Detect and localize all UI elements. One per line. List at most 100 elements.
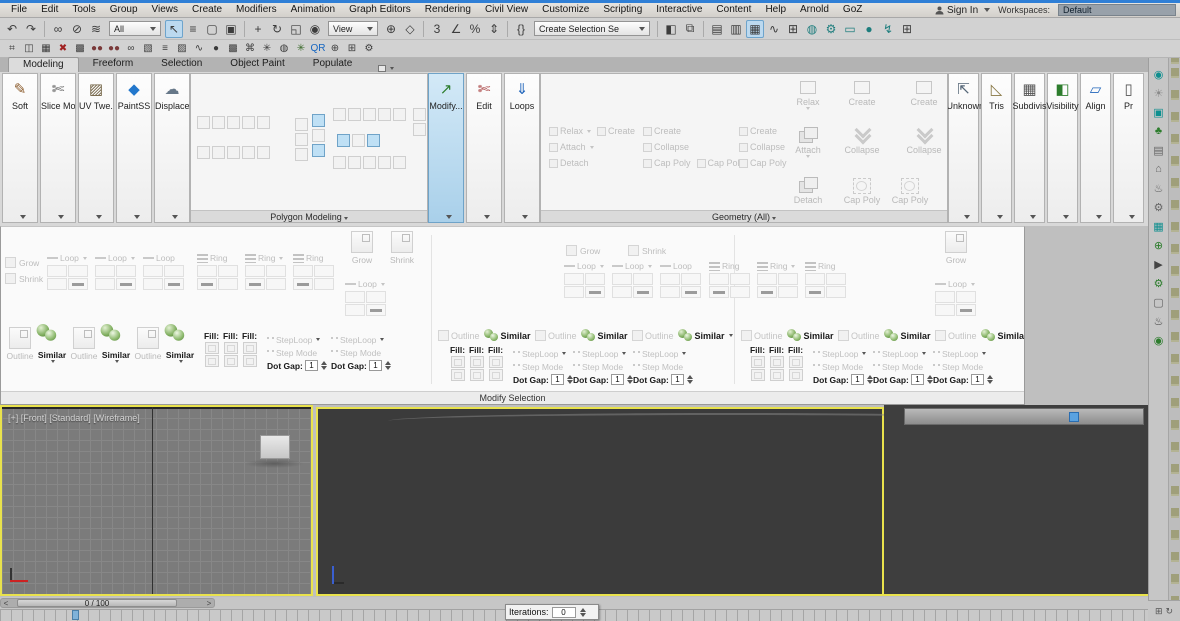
similar-button[interactable]: Similar [786, 329, 842, 342]
menu-item[interactable]: Graph Editors [342, 3, 418, 17]
camera-icon[interactable]: ▣ [1151, 104, 1167, 120]
fill-button[interactable] [469, 356, 484, 368]
align-icon[interactable]: ⧉ [681, 20, 699, 38]
fill-button[interactable] [769, 369, 784, 381]
similar-button[interactable]: Similar [580, 329, 636, 342]
fill-button[interactable] [469, 369, 484, 381]
named-selection-dropdown[interactable]: Create Selection Se [534, 21, 650, 36]
column-expand-caret[interactable] [484, 215, 490, 219]
column-expand-caret[interactable] [58, 215, 64, 219]
outline-button[interactable]: Outline [632, 330, 674, 341]
spheres-b-icon[interactable]: ●● [106, 41, 122, 56]
outline-button[interactable]: Outline [3, 327, 37, 361]
undo-icon[interactable]: ↶ [3, 20, 21, 38]
relax-button[interactable]: Relax [549, 126, 592, 136]
ribbon-column[interactable]: ↗ Modify... [428, 73, 464, 223]
panel-icon[interactable]: ◫ [21, 41, 37, 56]
column-expand-caret[interactable] [1029, 215, 1036, 219]
menu-item[interactable]: GoZ [836, 3, 869, 17]
similar-button[interactable]: Similar [163, 324, 197, 363]
column-expand-caret[interactable] [1095, 215, 1102, 219]
shrink-button[interactable]: Shrink [5, 273, 43, 284]
dot-gap-field[interactable]: Dot Gap: 1 [873, 373, 933, 386]
cursor-list-icon[interactable]: ≡ [157, 41, 173, 56]
frame-marker[interactable] [72, 610, 79, 620]
ring-group[interactable]: Ring [245, 253, 289, 290]
fill-button[interactable] [750, 356, 765, 368]
dot-gap-field[interactable]: Dot Gap: 1 [933, 373, 993, 386]
outline-button[interactable]: Outline [741, 330, 783, 341]
sphere-dark-icon[interactable]: ● [208, 41, 224, 56]
render-production-icon[interactable]: ● [860, 20, 878, 38]
prev-frame-button[interactable]: < [1, 599, 11, 608]
collapse-button[interactable]: Collapse [643, 142, 689, 152]
fill-button[interactable] [769, 356, 784, 368]
geometry-panel-label[interactable]: Geometry (All) [541, 210, 947, 222]
ribbon-column[interactable]: ◧ Visibility [1046, 73, 1079, 223]
right-toolbar-overflow[interactable] [1168, 58, 1180, 600]
dot-gap-field[interactable]: Dot Gap: 1 [813, 373, 873, 386]
stamp-icon[interactable]: ⌘ [242, 41, 258, 56]
redo-icon[interactable]: ↷ [22, 20, 40, 38]
menu-item[interactable]: Civil View [478, 3, 535, 17]
target-icon[interactable]: ⊕ [327, 41, 343, 56]
ribbon-tab[interactable]: Modeling [8, 57, 79, 72]
table-icon[interactable]: ▤ [1151, 142, 1167, 158]
steploop-button[interactable]: StepLoop [513, 347, 573, 360]
gears-icon[interactable]: ⚙ [361, 41, 377, 56]
grow-button[interactable]: Grow [345, 231, 379, 265]
fill-button[interactable] [450, 356, 465, 368]
ribbon-column[interactable]: ◆ PaintSS [116, 73, 152, 223]
rxyz-icon[interactable]: ✖ [55, 41, 71, 56]
loop-group[interactable]: Loop [660, 261, 704, 298]
loop-group[interactable]: Loop [612, 261, 656, 298]
steploop-button[interactable]: StepLoop [933, 347, 993, 360]
fill-button[interactable] [488, 356, 503, 368]
monitor-icon[interactable]: ▦ [1151, 218, 1167, 234]
ribbon-column[interactable]: ▱ Align [1080, 73, 1111, 223]
workspace-dropdown[interactable]: Default [1058, 4, 1176, 16]
ribbon-tab[interactable]: Freeform [79, 57, 148, 72]
gear-icon[interactable]: ⚙ [1151, 199, 1167, 215]
collapse-button[interactable]: Collapse [841, 126, 883, 155]
loop-group[interactable]: Loop [143, 253, 187, 290]
vegetation-icon[interactable]: ♣ [1151, 123, 1167, 139]
fill-button[interactable] [223, 355, 238, 367]
fill-button[interactable] [242, 342, 257, 354]
iterations-spinner[interactable] [579, 607, 586, 617]
iterations-input[interactable]: 0 [551, 606, 576, 618]
dot-gap-field[interactable]: Dot Gap: 1 [513, 373, 573, 386]
teapot-icon[interactable]: ♨ [1151, 313, 1167, 329]
create-button[interactable]: Create [841, 78, 883, 107]
create-button[interactable]: Create [597, 126, 635, 136]
shrink-button[interactable]: Shrink [385, 231, 419, 265]
ribbon-column[interactable]: ☁ Displace... [154, 73, 190, 223]
ribbon-overflow-button[interactable] [374, 65, 398, 72]
material-editor-icon[interactable]: ◍ [803, 20, 821, 38]
detach-button[interactable]: Detach [787, 176, 829, 205]
viewport-nav-controls[interactable]: ⊞ ↻ [1148, 600, 1180, 621]
building-icon[interactable]: ⌂ [1151, 161, 1167, 177]
loop-group[interactable]: Loop [47, 253, 91, 290]
detach-button[interactable]: Detach [549, 158, 589, 168]
menu-item[interactable]: Help [758, 3, 793, 17]
outline-button[interactable]: Outline [838, 330, 880, 341]
time-slider[interactable]: < 0 / 100 > [0, 598, 215, 608]
subobject-button[interactable] [197, 116, 210, 129]
menu-item[interactable]: Interactive [649, 3, 709, 17]
render-setup-icon[interactable]: ⚙ [822, 20, 840, 38]
menu-item[interactable]: File [4, 3, 34, 17]
attach-button[interactable]: Attach [787, 126, 829, 158]
plant-icon[interactable]: ✳ [293, 41, 309, 56]
fill-button[interactable] [788, 369, 803, 381]
select-by-name-icon[interactable]: ≡ [184, 20, 202, 38]
similar-button[interactable]: Similar [483, 329, 539, 342]
dot-gap-field[interactable]: Dot Gap: 1 [267, 359, 327, 372]
qr-icon[interactable]: QR [310, 41, 326, 56]
column-expand-caret[interactable] [134, 215, 140, 219]
rect-region-icon[interactable]: ▢ [203, 20, 221, 38]
next-frame-button[interactable]: > [204, 599, 214, 608]
outline-button[interactable]: Outline [935, 330, 977, 341]
lamp-icon[interactable]: ◉ [1151, 332, 1167, 348]
percent-snap-icon[interactable]: % [466, 20, 484, 38]
